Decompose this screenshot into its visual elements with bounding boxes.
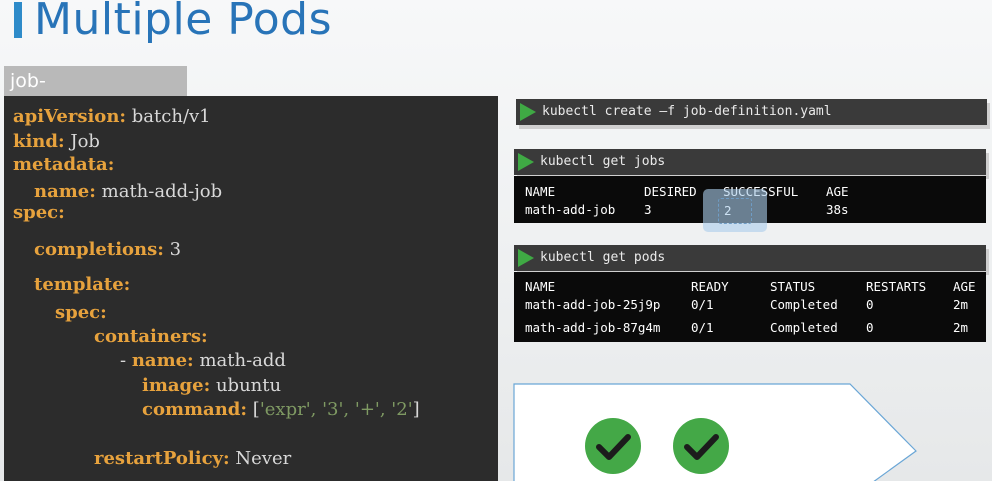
- pod-completed-check-icon: [585, 418, 641, 474]
- pod-completed-check-icon: [673, 418, 729, 474]
- job-container-shape: [513, 383, 917, 481]
